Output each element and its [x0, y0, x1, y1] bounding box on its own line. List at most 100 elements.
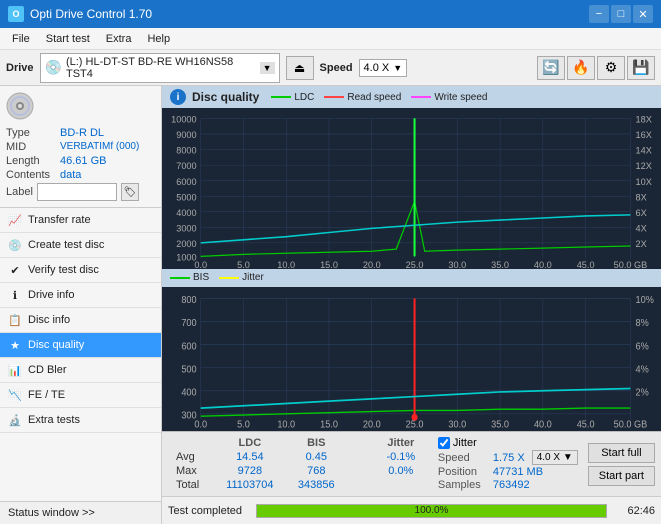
- svg-text:16X: 16X: [636, 130, 652, 140]
- speed-info-label: Speed: [438, 452, 490, 464]
- app-icon: O: [8, 6, 24, 22]
- nav-fe-te[interactable]: 📉 FE / TE: [0, 383, 161, 408]
- svg-text:7000: 7000: [176, 161, 196, 171]
- svg-text:400: 400: [181, 387, 197, 399]
- start-full-button[interactable]: Start full: [588, 443, 655, 463]
- svg-text:9000: 9000: [176, 130, 196, 140]
- left-panel: Type BD-R DL MID VERBATIMf (000) Length …: [0, 86, 162, 524]
- label-button[interactable]: 🏷: [121, 183, 139, 201]
- charts-container: 10000 9000 8000 7000 6000 5000 4000 3000…: [162, 108, 661, 496]
- jitter-speed-panel: Jitter Speed 1.75 X 4.0 X ▼ Position 477…: [434, 432, 582, 496]
- verify-test-disc-icon: ✔: [8, 263, 22, 277]
- menu-extra[interactable]: Extra: [98, 31, 140, 47]
- nav-cd-bler-label: CD Bler: [28, 364, 67, 376]
- svg-text:45.0: 45.0: [577, 419, 595, 431]
- svg-text:4000: 4000: [176, 208, 196, 218]
- menu-help[interactable]: Help: [139, 31, 178, 47]
- svg-text:4X: 4X: [636, 223, 647, 233]
- svg-text:8X: 8X: [636, 192, 647, 202]
- svg-text:50.0 GB: 50.0 GB: [614, 260, 648, 269]
- svg-text:25.0: 25.0: [406, 419, 424, 431]
- svg-text:500: 500: [181, 364, 197, 376]
- contents-value: data: [60, 169, 81, 181]
- speed-info-value: 1.75 X: [493, 452, 525, 464]
- svg-text:6X: 6X: [636, 208, 647, 218]
- progress-bar-container: 100.0%: [256, 504, 607, 518]
- samples-label: Samples: [438, 479, 490, 491]
- svg-text:5.0: 5.0: [237, 260, 250, 269]
- drive-dropdown-button[interactable]: ▼: [260, 62, 275, 74]
- drive-selector[interactable]: 💿 (L:) HL-DT-ST BD-RE WH16NS58 TST4 ▼: [40, 53, 280, 83]
- nav-drive-info[interactable]: ℹ Drive info: [0, 283, 161, 308]
- length-label: Length: [6, 155, 58, 167]
- nav-fe-te-label: FE / TE: [28, 389, 65, 401]
- svg-text:40.0: 40.0: [534, 419, 552, 431]
- svg-text:10X: 10X: [636, 177, 652, 187]
- disc-info-icon: 📋: [8, 313, 22, 327]
- settings-button[interactable]: ⚙: [597, 56, 625, 80]
- drive-name: (L:) HL-DT-ST BD-RE WH16NS58 TST4: [66, 56, 256, 80]
- bottom-legend-bar: BIS Jitter: [162, 269, 661, 287]
- svg-text:2000: 2000: [176, 239, 196, 249]
- nav-transfer-rate[interactable]: 📈 Transfer rate: [0, 208, 161, 233]
- speed-dropdown-button[interactable]: ▼: [393, 63, 402, 73]
- svg-text:600: 600: [181, 341, 197, 353]
- title-bar: O Opti Drive Control 1.70 − □ ✕: [0, 0, 661, 28]
- speed-display-value: 4.0 X: [537, 452, 560, 463]
- svg-text:2%: 2%: [636, 387, 650, 399]
- ldc-legend-color: [271, 96, 291, 98]
- stats-row: LDC BIS Jitter Avg 14.54 0.45: [162, 431, 661, 496]
- eject-button[interactable]: ⏏: [286, 56, 314, 80]
- nav-disc-quality[interactable]: ★ Disc quality: [0, 333, 161, 358]
- create-test-disc-icon: 💿: [8, 238, 22, 252]
- stats-table: LDC BIS Jitter Avg 14.54 0.45: [162, 432, 434, 496]
- ldc-legend-label: LDC: [294, 92, 314, 103]
- label-label: Label: [6, 186, 33, 198]
- nav-extra-tests[interactable]: 🔬 Extra tests: [0, 408, 161, 433]
- refresh-button[interactable]: 🔄: [537, 56, 565, 80]
- save-button[interactable]: 💾: [627, 56, 655, 80]
- bis-legend-label: BIS: [193, 272, 209, 283]
- svg-text:10000: 10000: [171, 114, 196, 124]
- svg-text:6%: 6%: [636, 341, 650, 353]
- burn-button[interactable]: 🔥: [567, 56, 595, 80]
- minimize-button[interactable]: −: [589, 5, 609, 23]
- chart-header: i Disc quality LDC Read speed Write spee…: [162, 86, 661, 108]
- max-ldc: 9728: [213, 464, 286, 478]
- write-speed-legend-label: Write speed: [434, 92, 487, 103]
- total-label: Total: [170, 478, 213, 492]
- nav-create-test-disc[interactable]: 💿 Create test disc: [0, 233, 161, 258]
- disc-info-panel: Type BD-R DL MID VERBATIMf (000) Length …: [0, 86, 161, 208]
- total-bis: 343856: [286, 478, 346, 492]
- progress-percent: 100.0%: [415, 505, 449, 516]
- nav-verify-test-disc[interactable]: ✔ Verify test disc: [0, 258, 161, 283]
- position-label: Position: [438, 466, 490, 478]
- speed-selector[interactable]: 4.0 X ▼: [359, 59, 408, 77]
- jitter-checkbox[interactable]: [438, 437, 450, 449]
- status-window-button[interactable]: Status window >>: [0, 501, 161, 524]
- avg-ldc: 14.54: [213, 450, 286, 464]
- nav-cd-bler[interactable]: 📊 CD Bler: [0, 358, 161, 383]
- start-part-button[interactable]: Start part: [588, 466, 655, 486]
- type-label: Type: [6, 127, 58, 139]
- speed-dropdown-select[interactable]: 4.0 X ▼: [532, 450, 578, 465]
- close-button[interactable]: ✕: [633, 5, 653, 23]
- main-content: Type BD-R DL MID VERBATIMf (000) Length …: [0, 86, 661, 524]
- nav-disc-info[interactable]: 📋 Disc info: [0, 308, 161, 333]
- menu-bar: File Start test Extra Help: [0, 28, 661, 50]
- maximize-button[interactable]: □: [611, 5, 631, 23]
- svg-text:5.0: 5.0: [237, 419, 250, 431]
- nav-disc-quality-label: Disc quality: [28, 339, 84, 351]
- position-value: 47731 MB: [493, 466, 543, 478]
- svg-text:20.0: 20.0: [363, 419, 381, 431]
- avg-label: Avg: [170, 450, 213, 464]
- label-input[interactable]: [37, 183, 117, 201]
- svg-text:0.0: 0.0: [194, 260, 207, 269]
- nav-disc-info-label: Disc info: [28, 314, 70, 326]
- menu-start-test[interactable]: Start test: [38, 31, 98, 47]
- svg-text:40.0: 40.0: [534, 260, 552, 269]
- svg-text:6000: 6000: [176, 177, 196, 187]
- progress-text: 100.0%: [257, 505, 606, 517]
- disc-icon: [6, 92, 34, 123]
- menu-file[interactable]: File: [4, 31, 38, 47]
